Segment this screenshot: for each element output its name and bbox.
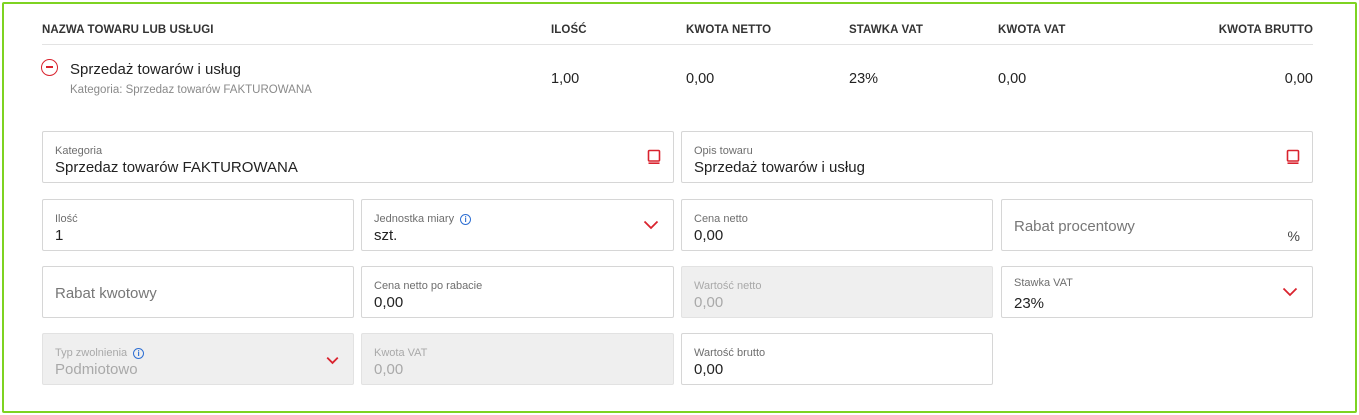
item-category: Kategoria: Sprzedaz towarów FAKTUROWANA (70, 84, 312, 96)
kwota-vat-label: Kwota VAT (374, 347, 428, 359)
chevron-down-icon[interactable] (643, 220, 659, 230)
cena-po-rabacie-field[interactable]: Cena netto po rabacie 0,00 (361, 266, 674, 318)
rabat-procentowy-field[interactable]: Rabat procentowy % (1001, 199, 1313, 251)
kwota-vat-value: 0,00 (374, 361, 404, 378)
chevron-down-icon (326, 357, 339, 365)
jednostka-value: szt. (374, 227, 398, 244)
rabat-kwotowy-field[interactable]: Rabat kwotowy (42, 266, 354, 318)
book-icon[interactable] (1286, 149, 1300, 165)
jednostka-label: Jednostka miary (374, 213, 455, 225)
info-icon[interactable]: i (460, 213, 472, 225)
header-name: NAZWA TOWARU LUB USŁUGI (42, 24, 214, 36)
header-vat-amount: KWOTA VAT (998, 24, 1066, 36)
rabat-kwotowy-placeholder: Rabat kwotowy (55, 285, 157, 302)
chevron-down-icon[interactable] (1282, 287, 1298, 297)
item-qty: 1,00 (551, 71, 580, 87)
item-net: 0,00 (686, 71, 715, 87)
stawka-vat-label: Stawka VAT (1014, 277, 1073, 289)
book-icon[interactable] (647, 149, 661, 165)
item-vat-amount: 0,00 (998, 71, 1027, 87)
wartosc-netto-value: 0,00 (694, 294, 724, 311)
stawka-vat-value: 23% (1014, 295, 1045, 312)
kategoria-label: Kategoria (55, 145, 103, 157)
typ-zwolnienia-select: Typ zwolnienia i Podmiotowo (42, 333, 354, 385)
cena-netto-label: Cena netto (694, 213, 748, 225)
ilosc-field[interactable]: Ilość 1 (42, 199, 354, 251)
header-net: KWOTA NETTO (686, 24, 772, 36)
kategoria-value: Sprzedaz towarów FAKTUROWANA (55, 159, 298, 176)
header-gross: KWOTA BRUTTO (1218, 24, 1313, 36)
ilosc-label: Ilość (55, 213, 78, 225)
cena-netto-value: 0,00 (694, 227, 724, 244)
item-name: Sprzedaż towarów i usług (70, 61, 241, 78)
jednostka-select[interactable]: Jednostka miary i szt. (361, 199, 674, 251)
typ-zwolnienia-label: Typ zwolnienia (55, 347, 128, 359)
kwota-vat-field: Kwota VAT 0,00 (361, 333, 674, 385)
cena-netto-field[interactable]: Cena netto 0,00 (681, 199, 993, 251)
percent-suffix: % (1287, 228, 1300, 244)
rabat-procentowy-placeholder: Rabat procentowy (1014, 218, 1135, 235)
item-gross: 0,00 (1284, 71, 1313, 87)
wartosc-netto-label: Wartość netto (694, 280, 762, 292)
typ-zwolnienia-value: Podmiotowo (55, 361, 138, 378)
header-divider (42, 44, 1313, 45)
opis-label: Opis towaru (694, 145, 753, 157)
wartosc-brutto-label: Wartość brutto (694, 347, 766, 359)
kategoria-field[interactable]: Kategoria Sprzedaz towarów FAKTUROWANA (42, 131, 674, 183)
header-vat-rate: STAWKA VAT (849, 24, 924, 36)
opis-value: Sprzedaż towarów i usług (694, 159, 865, 176)
item-vat-rate: 23% (849, 71, 879, 87)
opis-field[interactable]: Opis towaru Sprzedaż towarów i usług (681, 131, 1313, 183)
wartosc-brutto-field[interactable]: Wartość brutto 0,00 (681, 333, 993, 385)
stawka-vat-select[interactable]: Stawka VAT 23% (1001, 266, 1313, 318)
wartosc-netto-field: Wartość netto 0,00 (681, 266, 993, 318)
cena-po-rabacie-value: 0,00 (374, 294, 404, 311)
wartosc-brutto-value: 0,00 (694, 361, 724, 378)
header-qty: ILOŚĆ (551, 24, 587, 36)
minus-circle-icon[interactable] (41, 59, 58, 76)
cena-po-rabacie-label: Cena netto po rabacie (374, 280, 483, 292)
info-icon[interactable]: i (133, 347, 145, 359)
ilosc-value: 1 (55, 227, 64, 244)
